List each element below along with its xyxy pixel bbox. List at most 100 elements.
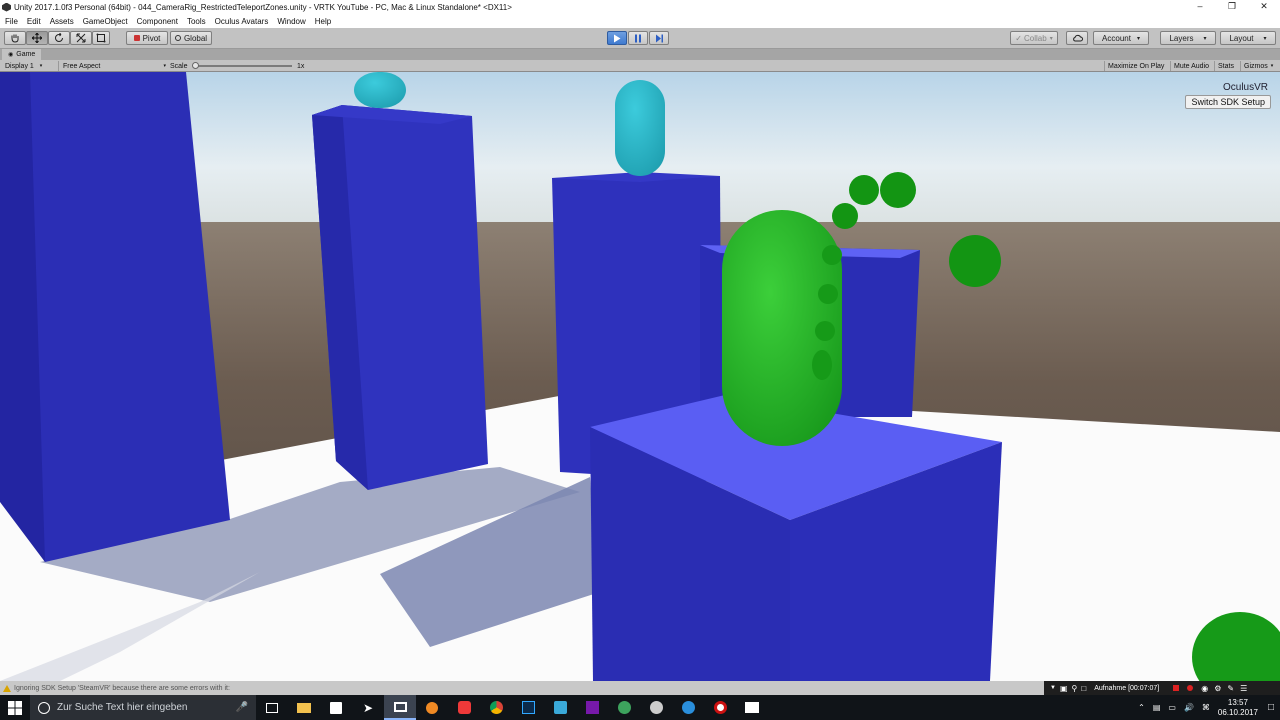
rect-tool-button[interactable] <box>92 31 110 45</box>
taskbar-search-box[interactable]: Zur Suche Text hier eingeben 🎤 <box>30 695 256 720</box>
app-green-icon[interactable] <box>608 695 640 720</box>
globe-icon <box>174 35 181 41</box>
maximize-button[interactable]: ❐ <box>1216 0 1248 14</box>
tray-chevron-icon[interactable]: ⌃ <box>1138 703 1145 712</box>
cloud-icon <box>1072 34 1083 42</box>
dropdown-arrow-icon: ▾ <box>1136 35 1140 42</box>
recording-timer: Aufnahme [00:07:07] <box>1094 684 1160 692</box>
app-blue-icon[interactable] <box>672 695 704 720</box>
pointer-dot <box>818 284 838 304</box>
app-grey-icon[interactable] <box>640 695 672 720</box>
game-view-viewport[interactable]: OculusVR Switch SDK Setup <box>0 72 1280 681</box>
blender-icon[interactable] <box>416 695 448 720</box>
cyan-capsule <box>615 80 665 176</box>
scale-slider-handle[interactable] <box>192 62 199 69</box>
scale-tool-button[interactable] <box>70 31 92 45</box>
microphone-icon[interactable]: 🎤 <box>236 702 248 713</box>
obs-icon[interactable] <box>704 695 736 720</box>
menu-tools[interactable]: Tools <box>183 17 210 26</box>
account-dropdown[interactable]: Account ▾ <box>1093 31 1149 45</box>
cortana-icon <box>38 701 50 714</box>
menu-assets[interactable]: Assets <box>46 17 78 26</box>
window-icon[interactable]: ▣ <box>1060 684 1068 693</box>
task-view-icon[interactable] <box>256 695 288 720</box>
hand-tool-button[interactable] <box>4 31 26 45</box>
crop-icon[interactable]: □ <box>1081 684 1086 693</box>
notification-icon[interactable]: □ <box>1268 702 1274 713</box>
record-dot-icon[interactable] <box>1187 685 1194 691</box>
record-icon[interactable] <box>1173 685 1180 691</box>
menu-gameobject[interactable]: GameObject <box>79 17 132 26</box>
rotate-tool-button[interactable] <box>48 31 70 45</box>
unity-app-icon[interactable] <box>384 695 416 720</box>
aspect-dropdown[interactable]: Free Aspect ▾ <box>58 61 166 71</box>
close-button[interactable]: ✕ <box>1248 0 1280 14</box>
spriter-icon[interactable] <box>544 695 576 720</box>
zoom-icon[interactable]: ⚲ <box>1072 684 1078 693</box>
pause-button[interactable] <box>628 31 648 45</box>
dropdown-arrow-icon: ▾ <box>1049 35 1053 42</box>
clock[interactable]: 13:57 06.10.2017 <box>1218 698 1258 718</box>
pointer-dot <box>815 321 835 341</box>
play-button[interactable] <box>607 31 627 45</box>
menu-file[interactable]: File <box>1 17 22 26</box>
pointer-dot <box>949 235 1001 287</box>
file-explorer-icon[interactable] <box>288 695 320 720</box>
console-message: Ignoring SDK Setup 'SteamVR' because the… <box>14 684 230 692</box>
clapperboard-icon[interactable] <box>736 695 768 720</box>
battery-icon[interactable]: ▭ <box>1168 703 1176 712</box>
menu-help[interactable]: Help <box>311 17 335 26</box>
menu-icon[interactable]: ☰ <box>1240 684 1247 693</box>
store-icon[interactable] <box>320 695 352 720</box>
unity-logo-icon <box>2 2 11 12</box>
windows-logo-icon <box>8 700 22 715</box>
menu-window[interactable]: Window <box>273 17 309 26</box>
step-button[interactable] <box>649 31 669 45</box>
chrome-icon[interactable] <box>480 695 512 720</box>
menu-component[interactable]: Component <box>133 17 182 26</box>
camera-icon[interactable]: ◉ <box>1201 684 1208 693</box>
window-controls: – ❐ ✕ <box>1184 0 1280 14</box>
stats-toggle[interactable]: Stats <box>1214 61 1237 71</box>
pointer-dot <box>832 203 858 229</box>
tab-game[interactable]: ◉ Game <box>2 49 42 60</box>
mute-audio-toggle[interactable]: Mute Audio <box>1170 61 1212 71</box>
start-button[interactable] <box>0 695 30 720</box>
window-titlebar: Unity 2017.1.0f3 Personal (64bit) - 044_… <box>0 0 1280 14</box>
scale-slider-track[interactable] <box>196 65 292 67</box>
hand-icon <box>11 34 19 43</box>
volume-icon[interactable]: 🔊 <box>1184 703 1194 712</box>
layout-dropdown[interactable]: Layout ▾ <box>1220 31 1276 45</box>
minimize-button[interactable]: – <box>1184 0 1216 14</box>
collab-button[interactable]: ✓ Collab ▾ <box>1010 31 1058 45</box>
sdk-label: OculusVR <box>1222 82 1268 93</box>
scale-label: Scale <box>170 62 188 70</box>
menu-oculus-avatars[interactable]: Oculus Avatars <box>211 17 273 26</box>
onenote-icon[interactable] <box>576 695 608 720</box>
cloud-button[interactable] <box>1066 31 1088 45</box>
search-placeholder: Zur Suche Text hier eingeben <box>57 702 188 713</box>
move-tool-button[interactable] <box>26 31 48 45</box>
global-toggle[interactable]: Global <box>170 31 212 45</box>
display-dropdown[interactable]: Display 1 ▾ <box>5 61 42 71</box>
maximize-on-play-toggle[interactable]: Maximize On Play <box>1104 61 1167 71</box>
menu-edit[interactable]: Edit <box>23 17 45 26</box>
pause-icon <box>635 34 641 42</box>
network-icon[interactable]: ▤ <box>1153 703 1161 712</box>
visual-studio-icon[interactable]: ➤ <box>352 695 384 720</box>
window-title: Unity 2017.1.0f3 Personal (64bit) - 044_… <box>14 2 512 12</box>
photoshop-icon[interactable] <box>512 695 544 720</box>
gizmos-dropdown[interactable]: Gizmos ▾ <box>1240 61 1276 71</box>
dropdown-arrow-icon: ▾ <box>39 63 43 69</box>
dropdown-arrow-icon: ▾ <box>1203 35 1207 42</box>
pen-icon[interactable]: ✎ <box>1227 684 1234 693</box>
language-icon[interactable]: ⌘ <box>1202 703 1210 712</box>
vivaldi-icon[interactable] <box>448 695 480 720</box>
settings-icon[interactable]: ⚙ <box>1214 684 1221 693</box>
switch-sdk-setup-button[interactable]: Switch SDK Setup <box>1185 95 1271 109</box>
pivot-toggle[interactable]: Pivot <box>126 31 168 45</box>
play-icon <box>614 34 621 42</box>
dropdown-arrow-icon[interactable]: ▼ <box>1050 685 1056 691</box>
check-icon: ✓ <box>1015 33 1022 43</box>
layers-dropdown[interactable]: Layers ▾ <box>1160 31 1216 45</box>
